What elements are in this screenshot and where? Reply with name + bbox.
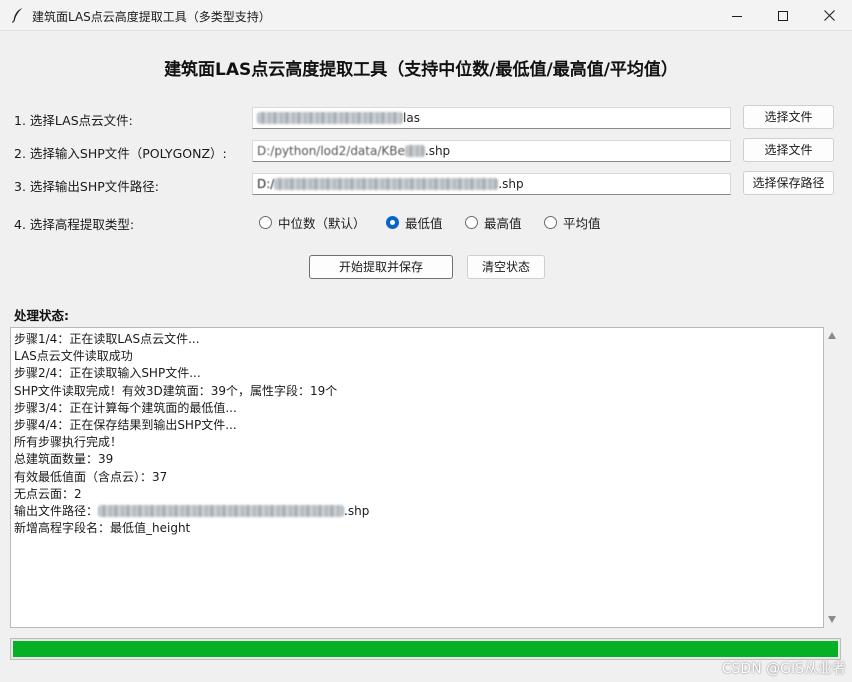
minimize-icon <box>732 15 742 17</box>
shp-output-path-suffix: .shp <box>498 177 524 191</box>
window-title: 建筑面LAS点云高度提取工具（多类型支持） <box>32 10 271 24</box>
log-line: 新增高程字段名：最低值_height <box>14 521 191 536</box>
radio-min-label: 最低值 <box>405 215 443 231</box>
elevation-type-label: 4. 选择高程提取类型: <box>14 217 135 232</box>
shp-output-path-input[interactable]: D:/ .shp <box>252 173 731 195</box>
log-line: 总建筑面数量：39 <box>14 452 114 467</box>
log-line: 步骤3/4：正在计算每个建筑面的最低值... <box>14 400 237 415</box>
scroll-down-icon[interactable] <box>828 616 836 623</box>
radio-mean-label: 平均值 <box>563 215 601 231</box>
log-line: 步骤1/4：正在读取LAS点云文件... <box>14 332 200 346</box>
log-line: 步骤2/4：正在读取输入SHP文件... <box>14 366 201 381</box>
close-button[interactable] <box>806 0 852 31</box>
radio-min[interactable]: 最低值 <box>386 214 443 231</box>
select-las-button[interactable]: 选择文件 <box>743 105 834 129</box>
start-extract-button[interactable]: 开始提取并保存 <box>309 255 453 279</box>
radio-unchecked-icon <box>544 215 557 229</box>
clear-status-button[interactable]: 清空状态 <box>467 255 545 279</box>
progress-bar <box>10 638 841 660</box>
maximize-button[interactable] <box>760 0 806 31</box>
radio-mean[interactable]: 平均值 <box>544 214 601 231</box>
redacted-path <box>257 112 403 124</box>
select-shp-input-button[interactable]: 选择文件 <box>743 138 834 162</box>
log-line: SHP文件读取完成！有效3D建筑面：39个，属性字段：19个 <box>14 383 338 398</box>
las-file-label: 1. 选择LAS点云文件: <box>14 113 133 128</box>
feather-icon <box>12 8 23 23</box>
output-path-label: 输出文件路径： <box>14 504 99 519</box>
output-path-suffix: .shp <box>344 504 370 519</box>
log-line: 所有步骤执行完成！ <box>14 435 123 450</box>
radio-checked-icon <box>386 215 399 229</box>
page-title: 建筑面LAS点云高度提取工具（支持中位数/最低值/最高值/平均值） <box>164 60 678 80</box>
close-icon <box>823 10 835 21</box>
radio-median-label: 中位数（默认） <box>278 215 366 231</box>
minimize-button[interactable] <box>714 0 760 31</box>
radio-max-label: 最高值 <box>484 215 522 231</box>
shp-input-label: 2. 选择输入SHP文件（POLYGONZ）: <box>14 146 227 161</box>
redacted-path <box>98 505 345 518</box>
shp-input-path-visible: D:/python/lod2/data/KBe <box>257 144 405 158</box>
select-save-path-button[interactable]: 选择保存路径 <box>743 171 834 195</box>
radio-max[interactable]: 最高值 <box>465 214 522 231</box>
maximize-icon <box>778 10 788 21</box>
status-heading: 处理状态: <box>14 308 69 323</box>
las-path-suffix: las <box>403 111 420 125</box>
log-line: LAS点云文件读取成功 <box>14 349 133 364</box>
shp-output-path-prefix: D:/ <box>257 177 275 191</box>
shp-output-label: 3. 选择输出SHP文件路径: <box>14 179 159 194</box>
radio-unchecked-icon <box>259 215 272 229</box>
radio-median[interactable]: 中位数（默认） <box>259 214 366 231</box>
progress-fill <box>13 641 838 657</box>
radio-unchecked-icon <box>465 215 478 229</box>
log-line-output-path: 输出文件路径： .shp <box>14 503 823 520</box>
redacted-path <box>404 145 425 157</box>
scroll-up-icon[interactable] <box>828 332 836 339</box>
status-log[interactable]: 步骤1/4：正在读取LAS点云文件... LAS点云文件读取成功 步骤2/4：正… <box>10 327 824 628</box>
log-line: 步骤4/4：正在保存结果到输出SHP文件... <box>14 418 237 433</box>
watermark: CSDN @GIS从业者 <box>721 661 846 677</box>
log-scrollbar[interactable] <box>824 327 841 628</box>
shp-input-path-input[interactable]: D:/python/lod2/data/KBe .shp <box>252 140 731 162</box>
las-path-input[interactable]: las <box>252 107 731 129</box>
log-line: 有效最低值面（含点云）：37 <box>14 469 168 484</box>
window-titlebar[interactable]: 建筑面LAS点云高度提取工具（多类型支持） <box>0 0 852 31</box>
log-line: 无点云面：2 <box>14 486 82 501</box>
redacted-path <box>274 178 499 190</box>
shp-input-path-suffix: .shp <box>424 144 451 158</box>
